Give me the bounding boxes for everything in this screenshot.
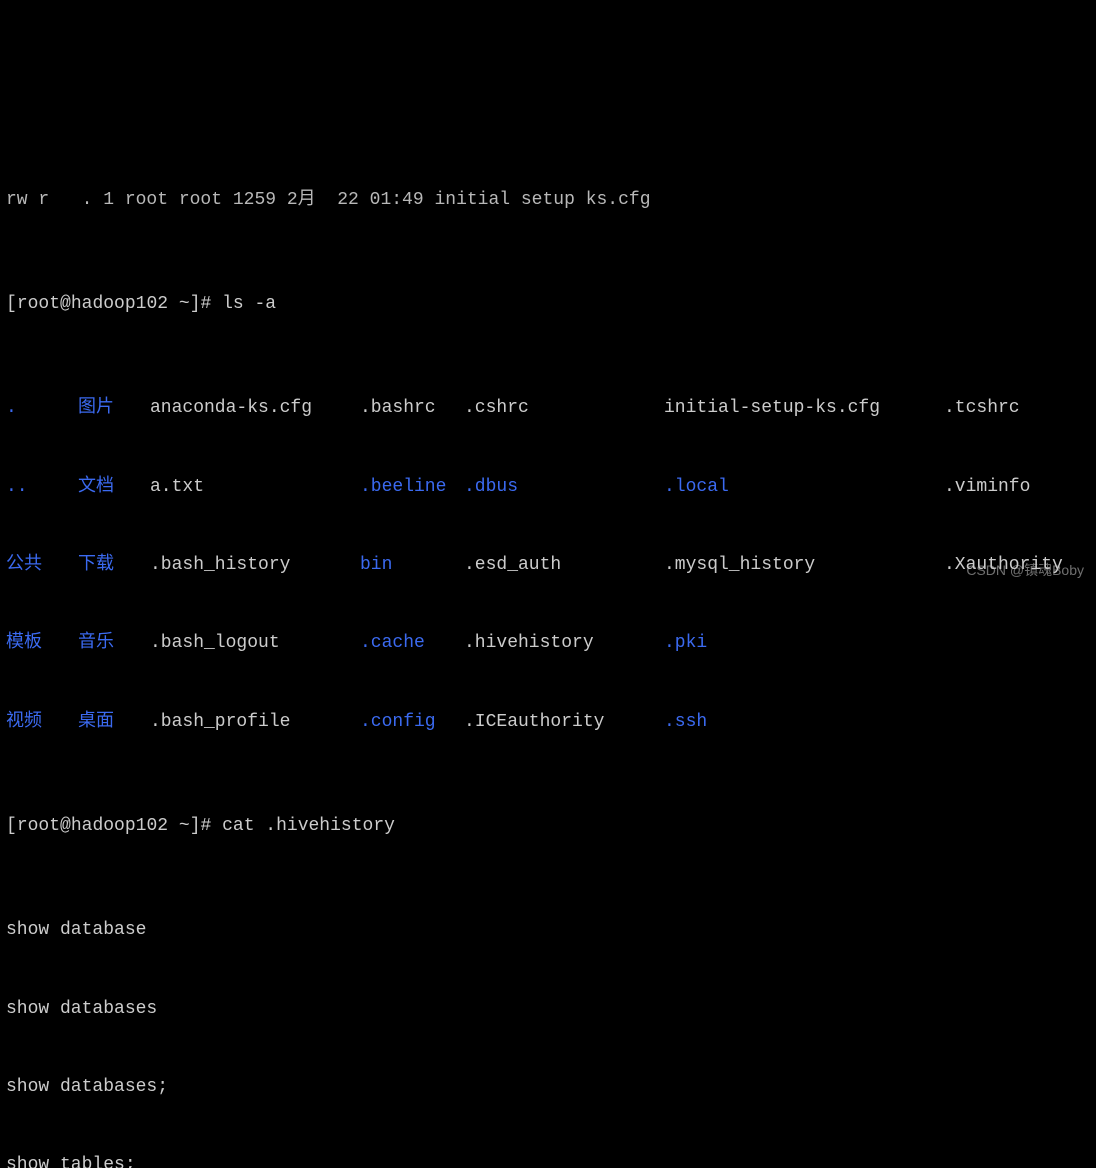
hivehistory-line: show tables; xyxy=(6,1152,1090,1168)
prompt-line-cat[interactable]: [root@hadoop102 ~]# cat .hivehistory xyxy=(6,813,1090,839)
prompt-user: root xyxy=(17,816,60,836)
ls-entry: . xyxy=(6,395,78,421)
ls-entry: anaconda-ks.cfg xyxy=(150,395,360,421)
ls-entry: .local xyxy=(664,474,944,500)
ls-entry: .hivehistory xyxy=(464,630,664,656)
ls-entry: .bash_logout xyxy=(150,630,360,656)
ls-entry: .bash_history xyxy=(150,552,360,578)
ls-row: 模板 音乐 .bash_logout .cache .hivehistory .… xyxy=(6,630,1090,656)
prompt-bracket-open: [ xyxy=(6,294,17,314)
ls-entry: .ssh xyxy=(664,709,944,735)
prompt-at: @ xyxy=(60,294,71,314)
ls-entry: 视频 xyxy=(6,709,78,735)
ls-entry: 音乐 xyxy=(78,630,150,656)
ls-entry xyxy=(944,709,1090,735)
ls-entry: .esd_auth xyxy=(464,552,664,578)
ls-entry: .cshrc xyxy=(464,395,664,421)
ls-entry: .. xyxy=(6,474,78,500)
hivehistory-line: show database xyxy=(6,917,1090,943)
ls-entry: 公共 xyxy=(6,552,78,578)
watermark: CSDN @镇魂Boby xyxy=(966,560,1084,580)
ls-entry: .bash_profile xyxy=(150,709,360,735)
ls-entry: a.txt xyxy=(150,474,360,500)
ls-entry: bin xyxy=(360,552,464,578)
hivehistory-line: show databases xyxy=(6,996,1090,1022)
prompt-path: ~ xyxy=(179,294,190,314)
ls-entry: 桌面 xyxy=(78,709,150,735)
hivehistory-line: show databases; xyxy=(6,1074,1090,1100)
ls-row: .. 文档 a.txt .beeline .dbus .local .vimin… xyxy=(6,474,1090,500)
partial-prev-line: rw r . 1 root root 1259 2月 22 01:49 init… xyxy=(6,187,1090,213)
prompt-bracket-close: ]# xyxy=(190,294,222,314)
ls-row: . 图片 anaconda-ks.cfg .bashrc .cshrc init… xyxy=(6,395,1090,421)
command-ls: ls -a xyxy=(222,294,276,314)
ls-entry: .ICEauthority xyxy=(464,709,664,735)
ls-entry xyxy=(944,630,1090,656)
prompt-at: @ xyxy=(60,816,71,836)
prompt-bracket-open: [ xyxy=(6,816,17,836)
prompt-host: hadoop102 xyxy=(71,294,168,314)
ls-entry: .mysql_history xyxy=(664,552,944,578)
ls-entry: .beeline xyxy=(360,474,464,500)
prompt-bracket-close: ]# xyxy=(190,816,222,836)
ls-entry: 下载 xyxy=(78,552,150,578)
ls-entry: .cache xyxy=(360,630,464,656)
prompt-user: root xyxy=(17,294,60,314)
ls-entry: .bashrc xyxy=(360,395,464,421)
ls-entry: .pki xyxy=(664,630,944,656)
ls-entry: .viminfo xyxy=(944,474,1090,500)
ls-entry: initial-setup-ks.cfg xyxy=(664,395,944,421)
ls-entry: 图片 xyxy=(78,395,150,421)
ls-entry: .tcshrc xyxy=(944,395,1090,421)
ls-entry: 模板 xyxy=(6,630,78,656)
terminal-output: rw r . 1 root root 1259 2月 22 01:49 init… xyxy=(6,108,1090,1168)
prompt-path: ~ xyxy=(179,816,190,836)
ls-row: 视频 桌面 .bash_profile .config .ICEauthorit… xyxy=(6,709,1090,735)
prompt-line-ls[interactable]: [root@hadoop102 ~]# ls -a xyxy=(6,291,1090,317)
command-cat: cat .hivehistory xyxy=(222,816,395,836)
ls-entry: 文档 xyxy=(78,474,150,500)
prompt-host: hadoop102 xyxy=(71,816,168,836)
ls-row: 公共 下载 .bash_history bin .esd_auth .mysql… xyxy=(6,552,1090,578)
ls-entry: .dbus xyxy=(464,474,664,500)
ls-entry: .config xyxy=(360,709,464,735)
